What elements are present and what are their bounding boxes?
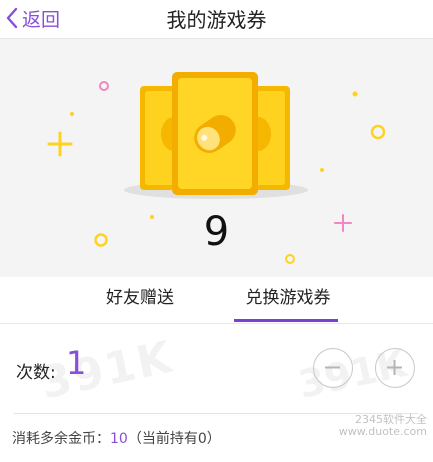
nav-bar: 返回 我的游戏券 — [0, 0, 433, 39]
ticket-count: 9 — [203, 209, 230, 255]
quantity-label: 次数: — [16, 363, 56, 383]
cost-suffix: （当前持有0） — [127, 431, 221, 447]
increase-button[interactable] — [375, 348, 415, 388]
quantity-value: 1 — [66, 344, 87, 382]
watermark-corner-line2: www.duote.com — [338, 425, 427, 438]
cost-prefix: 消耗多余金币： — [12, 431, 110, 447]
plus-circle-icon — [387, 360, 402, 375]
cost-info: 消耗多余金币：10（当前持有0） — [12, 428, 221, 448]
watermark-corner: 2345软件大全 www.duote.com — [339, 414, 427, 438]
tab-friend-gift[interactable]: 好友赠送 — [80, 277, 200, 321]
tab-exchange-ticket[interactable]: 兑换游戏券 — [228, 277, 348, 321]
ticket-center — [172, 72, 258, 195]
watermark-logo: 391K — [36, 331, 178, 410]
decrease-button[interactable] — [313, 348, 353, 388]
active-tab-indicator — [234, 319, 338, 322]
minus-circle-icon — [325, 366, 340, 369]
ticket-hero: 9 — [0, 39, 433, 277]
page-title: 我的游戏券 — [166, 8, 267, 32]
cost-amount: 10 — [110, 431, 128, 447]
tab-bar: 好友赠送 兑换游戏券 — [0, 277, 433, 324]
